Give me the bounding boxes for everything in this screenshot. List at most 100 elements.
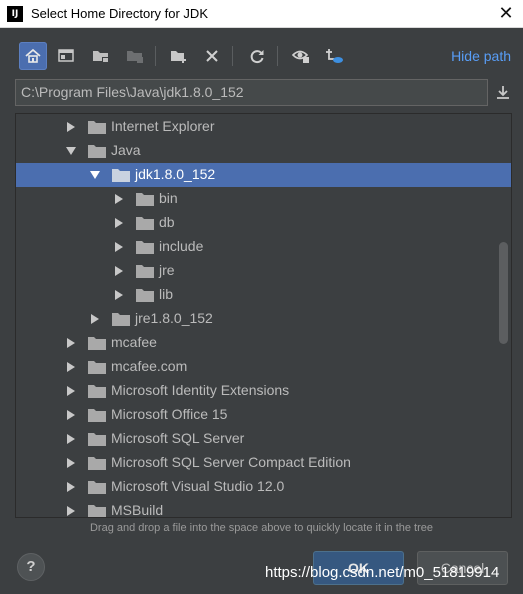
tree-row[interactable]: mcafee [16,331,511,355]
tree-row-label: Microsoft Office 15 [111,406,228,422]
tree-row[interactable]: jre [16,259,511,283]
collapsed-arrow-icon[interactable] [111,211,127,235]
collapsed-arrow-icon[interactable] [63,475,79,499]
tree-row[interactable]: include [16,235,511,259]
tree-row-label: mcafee.com [111,358,188,374]
tree-row-label: Java [111,142,141,158]
tree-row-label: bin [159,190,178,206]
tree-row[interactable]: Java [16,139,511,163]
tree-row-label: Microsoft Visual Studio 12.0 [111,478,285,494]
folder-icon [88,336,106,350]
collapsed-arrow-icon[interactable] [87,307,103,331]
folder-icon [112,168,130,182]
tree-row-label: db [159,214,175,230]
expanded-arrow-icon[interactable] [87,163,103,187]
hide-path-link[interactable]: Hide path [451,48,511,64]
collapsed-arrow-icon[interactable] [111,187,127,211]
tree-row-label: mcafee [111,334,157,350]
collapsed-arrow-icon[interactable] [111,235,127,259]
toolbar-separator [277,46,278,66]
collapsed-arrow-icon[interactable] [63,427,79,451]
new-folder-button[interactable] [165,42,193,70]
collapsed-arrow-icon[interactable] [63,451,79,475]
tree-row-label: Microsoft Identity Extensions [111,382,290,398]
tree-row[interactable]: Microsoft Visual Studio 12.0 [16,475,511,499]
collapsed-arrow-icon[interactable] [63,355,79,379]
folder-icon [88,384,106,398]
watermark-text: https://blog.csdn.net/m0_51819914 [265,564,500,581]
refresh-icon [250,50,264,64]
tree-row[interactable]: Microsoft SQL Server [16,427,511,451]
toolbar-separator [232,46,233,66]
tree-row[interactable]: Microsoft SQL Server Compact Edition [16,451,511,475]
desktop-button[interactable] [52,42,80,70]
tree-row[interactable]: Internet Explorer [16,115,511,139]
folder-icon [136,264,154,278]
tree-row[interactable]: bin [16,187,511,211]
collapsed-arrow-icon[interactable] [63,379,79,403]
tree-row-label: Microsoft SQL Server [111,430,245,446]
path-input[interactable]: C:\Program Files\Java\jdk1.8.0_152 [15,79,488,106]
tree-row[interactable]: jdk1.8.0_152 [16,163,511,187]
tree-row-label: jdk1.8.0_152 [135,166,216,182]
tree-row-label: MSBuild [111,502,164,518]
new-folder-icon [171,51,186,63]
desktop-icon [58,49,74,62]
project-folder-button[interactable] [87,42,115,70]
download-button[interactable] [491,80,515,104]
tree-row-label: jre [159,262,175,278]
drag-drop-hint: Drag and drop a file into the space abov… [89,522,434,534]
show-hidden-icon [291,50,309,63]
folder-icon [88,360,106,374]
expanded-arrow-icon[interactable] [63,139,79,163]
home-icon [25,48,41,63]
folder-icon [112,312,130,326]
close-window-button[interactable]: ✕ [489,0,523,28]
tree-row[interactable]: mcafee.com [16,355,511,379]
help-button[interactable]: ? [17,553,45,581]
project-folder-icon [93,51,109,63]
tree-row[interactable]: jre1.8.0_152 [16,307,511,331]
folder-icon [88,120,106,134]
delete-button[interactable] [198,42,226,70]
download-icon [497,86,509,99]
tree-row[interactable]: Microsoft Identity Extensions [16,379,511,403]
window-title: Select Home Directory for JDK [31,6,208,21]
home-button[interactable] [19,42,47,70]
collapsed-arrow-icon[interactable] [63,499,79,517]
folder-icon [88,456,106,470]
tree-row-label: jre1.8.0_152 [135,310,213,326]
collapse-tree-button[interactable] [320,42,348,70]
refresh-button[interactable] [243,42,271,70]
collapsed-arrow-icon[interactable] [111,259,127,283]
folder-icon [88,504,106,517]
folder-icon [136,192,154,206]
tree-row-label: lib [159,286,174,302]
tree-row-label: Internet Explorer [111,118,215,134]
tree-row[interactable]: Microsoft Office 15 [16,403,511,427]
collapsed-arrow-icon[interactable] [111,283,127,307]
folder-icon [88,480,106,494]
toolbar-separator [155,46,156,66]
folder-icon [88,432,106,446]
delete-icon [206,50,218,62]
toolbar: Hide path [0,28,523,74]
title-bar: IJ Select Home Directory for JDK ✕ [0,0,523,28]
folder-icon [136,288,154,302]
collapsed-arrow-icon[interactable] [63,403,79,427]
folder-icon [136,216,154,230]
tree-row-label: include [159,238,204,254]
collapse-tree-icon [326,49,343,63]
folder-icon [136,240,154,254]
tree-row[interactable]: lib [16,283,511,307]
module-folder-button[interactable] [121,42,149,70]
folder-icon [88,144,106,158]
module-folder-icon [127,51,143,63]
collapsed-arrow-icon[interactable] [63,331,79,355]
directory-tree[interactable]: Internet Explorer Java jdk1.8.0_152bin db in… [15,113,512,518]
intellij-logo-icon: IJ [7,6,23,22]
collapsed-arrow-icon[interactable] [63,115,79,139]
tree-row[interactable]: MSBuild [16,499,511,518]
show-hidden-button[interactable] [287,42,315,70]
tree-row[interactable]: db [16,211,511,235]
